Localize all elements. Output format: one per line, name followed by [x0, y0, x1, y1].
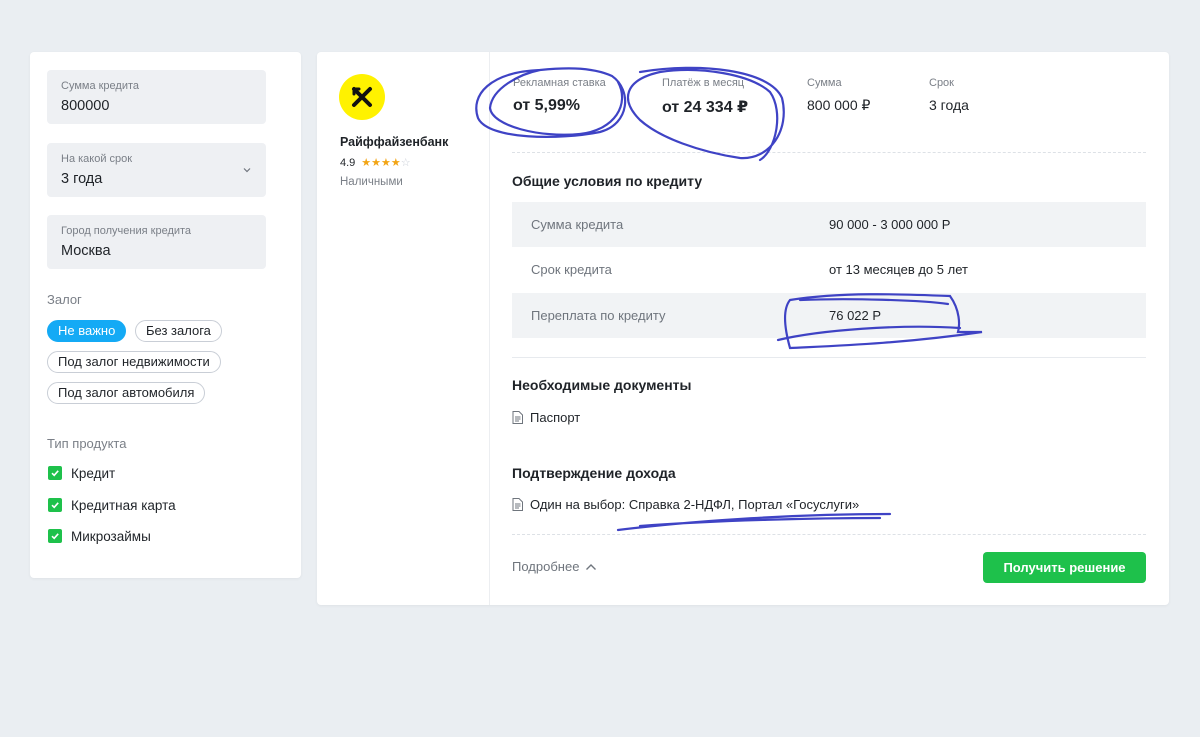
- amount-field[interactable]: Сумма кредита 800000: [47, 70, 266, 124]
- raiffeisen-logo-icon: [352, 87, 372, 107]
- more-toggle[interactable]: Подробнее: [512, 559, 597, 574]
- city-field-label: Город получения кредита: [61, 225, 192, 237]
- product-type-label: Тип продукта: [47, 436, 127, 451]
- condition-key: Сумма кредита: [531, 217, 624, 232]
- table-row: Сумма кредита 90 000 - 3 000 000 Р: [512, 202, 1146, 247]
- stat-label: Срок: [929, 77, 954, 89]
- chevron-down-icon[interactable]: [242, 165, 252, 175]
- condition-value: от 13 месяцев до 5 лет: [829, 262, 968, 277]
- rating-value: 4.9: [340, 156, 356, 169]
- rating-stars-icon: ★★★★☆: [361, 157, 411, 169]
- documents-title: Необходимые документы: [512, 377, 692, 393]
- stat-rate: Рекламная ставка от 5,99%: [513, 77, 606, 115]
- stat-value: от 24 334 ₽: [662, 99, 749, 116]
- income-title: Подтверждение дохода: [512, 465, 676, 481]
- document-icon: [512, 411, 523, 424]
- chip-real-estate-collateral[interactable]: Под залог недвижимости: [47, 351, 221, 373]
- checkbox-label: Кредит: [71, 465, 116, 481]
- bank-rating: 4.9 ★★★★☆: [340, 156, 411, 170]
- checkbox-microloans[interactable]: Микрозаймы: [48, 528, 151, 544]
- conditions-title: Общие условия по кредиту: [512, 173, 703, 189]
- condition-key: Переплата по кредиту: [531, 308, 666, 323]
- condition-value: 76 022 Р: [829, 308, 882, 323]
- term-select-label: На какой срок: [61, 153, 133, 165]
- more-label[interactable]: Подробнее: [512, 559, 579, 574]
- condition-value: 90 000 - 3 000 000 Р: [829, 217, 951, 232]
- city-field-value[interactable]: Москва: [61, 242, 252, 260]
- chip-no-collateral[interactable]: Без залога: [135, 320, 222, 342]
- bank-name[interactable]: Райффайзенбанк: [340, 135, 448, 149]
- document-item: Паспорт: [512, 410, 580, 425]
- stat-value: от 5,99%: [513, 97, 581, 114]
- collateral-label: Залог: [47, 292, 82, 307]
- chip-collateral-any[interactable]: Не важно: [47, 320, 127, 342]
- document-label: Паспорт: [530, 410, 581, 425]
- divider: [512, 152, 1146, 153]
- stat-label: Сумма: [807, 77, 842, 89]
- document-icon: [512, 498, 523, 511]
- table-row: Переплата по кредиту 76 022 Р: [512, 293, 1146, 338]
- city-field[interactable]: Город получения кредита Москва: [47, 215, 266, 269]
- checkbox-credit[interactable]: Кредит: [48, 465, 115, 481]
- checkmark-icon[interactable]: [48, 466, 62, 480]
- stat-amount: Сумма 800 000 ₽: [807, 77, 870, 114]
- amount-field-label: Сумма кредита: [61, 80, 140, 92]
- card-divider: [489, 52, 490, 605]
- offer-card: Райффайзенбанк 4.9 ★★★★☆ Наличными Рекла…: [317, 52, 1169, 605]
- divider: [512, 357, 1146, 358]
- table-row: Срок кредита от 13 месяцев до 5 лет: [512, 247, 1146, 292]
- stat-term: Срок 3 года: [929, 77, 969, 113]
- checkbox-label: Кредитная карта: [71, 497, 176, 513]
- loan-type: Наличными: [340, 176, 403, 188]
- checkmark-icon[interactable]: [48, 529, 62, 543]
- checkbox-credit-card[interactable]: Кредитная карта: [48, 497, 176, 513]
- checkmark-icon[interactable]: [48, 498, 62, 512]
- income-label: Один на выбор: Справка 2-НДФЛ, Портал «Г…: [530, 497, 860, 512]
- divider: [512, 534, 1146, 535]
- income-item: Один на выбор: Справка 2-НДФЛ, Портал «Г…: [512, 497, 859, 512]
- get-decision-button[interactable]: Получить решение: [983, 552, 1146, 583]
- chip-car-collateral[interactable]: Под залог автомобиля: [47, 382, 206, 404]
- bank-logo: [339, 74, 385, 120]
- chevron-up-icon[interactable]: [585, 563, 597, 571]
- term-select[interactable]: На какой срок 3 года: [47, 143, 266, 197]
- stat-value: 800 000 ₽: [807, 97, 871, 113]
- stat-monthly-payment: Платёж в месяц от 24 334 ₽: [662, 77, 748, 117]
- checkbox-label: Микрозаймы: [71, 528, 151, 544]
- stat-value: 3 года: [929, 97, 969, 113]
- amount-field-value[interactable]: 800000: [61, 97, 252, 115]
- stat-label: Платёж в месяц: [662, 77, 745, 89]
- term-select-value[interactable]: 3 года: [61, 170, 252, 188]
- stat-label: Рекламная ставка: [513, 77, 606, 89]
- condition-key: Срок кредита: [531, 262, 612, 277]
- filter-panel: Сумма кредита 800000 На какой срок 3 год…: [30, 52, 301, 578]
